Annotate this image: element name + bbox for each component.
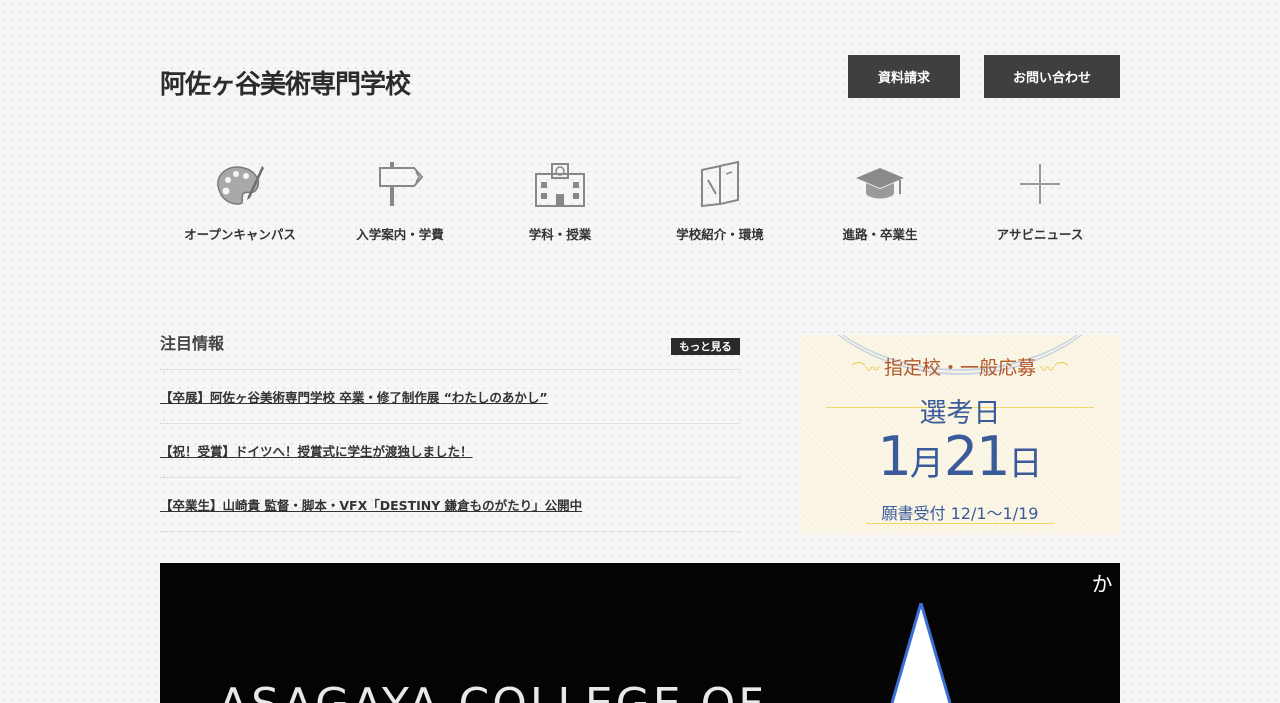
plus-icon [1010, 158, 1070, 210]
palette-icon [210, 158, 270, 210]
book-icon [690, 158, 750, 210]
hero-visual[interactable]: ASAGAYA COLLEGE OF わたしのあか [160, 563, 1120, 703]
banner-date: 1月21日 [800, 425, 1120, 488]
list-item: 【卒業生】山崎貴 監督・脚本・VFX「DESTINY 鎌倉ものがたり」公開中 [160, 478, 740, 532]
nav-item-admissions[interactable]: 入学案内・学費 [320, 158, 480, 243]
main-nav: オープンキャンパス 入学案内・学費 学科・授業 学校紹介・環境 進路・卒業生 ア… [160, 158, 1120, 243]
nav-item-about[interactable]: 学校紹介・環境 [640, 158, 800, 243]
nav-item-news[interactable]: アサビニュース [960, 158, 1120, 243]
date-day-unit: 日 [1008, 444, 1043, 484]
ornament-icon: ⌒〰 [851, 362, 884, 378]
nav-label: アサビニュース [996, 227, 1084, 242]
news-link[interactable]: 【卒展】阿佐ヶ谷美術専門学校 卒業・修了制作展 “わたしのあかし” [160, 387, 548, 406]
list-item: 【卒展】阿佐ヶ谷美術専門学校 卒業・修了制作展 “わたしのあかし” [160, 370, 740, 424]
more-button[interactable]: もっと見る [671, 338, 740, 355]
nav-label: オープンキャンパス [184, 227, 296, 242]
news-link[interactable]: 【卒業生】山崎貴 監督・脚本・VFX「DESTINY 鎌倉ものがたり」公開中 [160, 495, 582, 514]
nav-label: 学校紹介・環境 [676, 227, 764, 242]
nav-label: 学科・授業 [528, 227, 592, 242]
banner-heading-row: ⌒〰 指定校・一般応募 〰⌒ [800, 353, 1120, 380]
list-item: 【祝！受賞】ドイツへ！授賞式に学生が渡独しました！ [160, 424, 740, 478]
application-period: 願書受付 12/1〜1/19 [881, 504, 1039, 523]
page-container: 阿佐ヶ谷美術専門学校 資料請求 お問い合わせ オープンキャンパス 入学案内・学費… [160, 0, 1120, 703]
date-month: 1 [877, 425, 911, 488]
nav-item-open-campus[interactable]: オープンキャンパス [160, 158, 320, 243]
nav-label: 入学案内・学費 [356, 227, 444, 242]
section-title: 注目情報 [160, 334, 225, 353]
news-list: 【卒展】阿佐ヶ谷美術専門学校 卒業・修了制作展 “わたしのあかし” 【祝！受賞】… [160, 369, 740, 532]
school-building-icon [530, 158, 590, 210]
light-spike-graphic [890, 603, 952, 703]
date-day: 21 [943, 425, 1011, 488]
graduation-cap-icon [850, 158, 910, 210]
school-logo[interactable]: 阿佐ヶ谷美術専門学校 [160, 64, 411, 101]
signpost-icon [370, 158, 430, 210]
nav-label: 進路・卒業生 [842, 227, 918, 242]
hero-vertical-text: わたしのあか [1089, 573, 1120, 688]
date-month-unit: 月 [909, 444, 944, 484]
banner-heading: 指定校・一般応募 [883, 357, 1036, 379]
hero-title: ASAGAYA COLLEGE OF [218, 679, 767, 703]
selection-date-banner[interactable]: ⌒〰 指定校・一般応募 〰⌒ 選考日 1月21日 願書受付 12/1〜1/19 [800, 335, 1120, 535]
nav-item-courses[interactable]: 学科・授業 [480, 158, 640, 243]
contact-button[interactable]: お問い合わせ [984, 55, 1120, 98]
news-link[interactable]: 【祝！受賞】ドイツへ！授賞式に学生が渡独しました！ [160, 441, 473, 460]
featured-news: 注目情報 もっと見る 【卒展】阿佐ヶ谷美術専門学校 卒業・修了制作展 “わたしの… [160, 330, 740, 532]
request-materials-button[interactable]: 資料請求 [848, 55, 960, 98]
ornament-icon: 〰⌒ [1036, 362, 1069, 378]
divider [866, 523, 1054, 524]
nav-item-careers[interactable]: 進路・卒業生 [800, 158, 960, 243]
